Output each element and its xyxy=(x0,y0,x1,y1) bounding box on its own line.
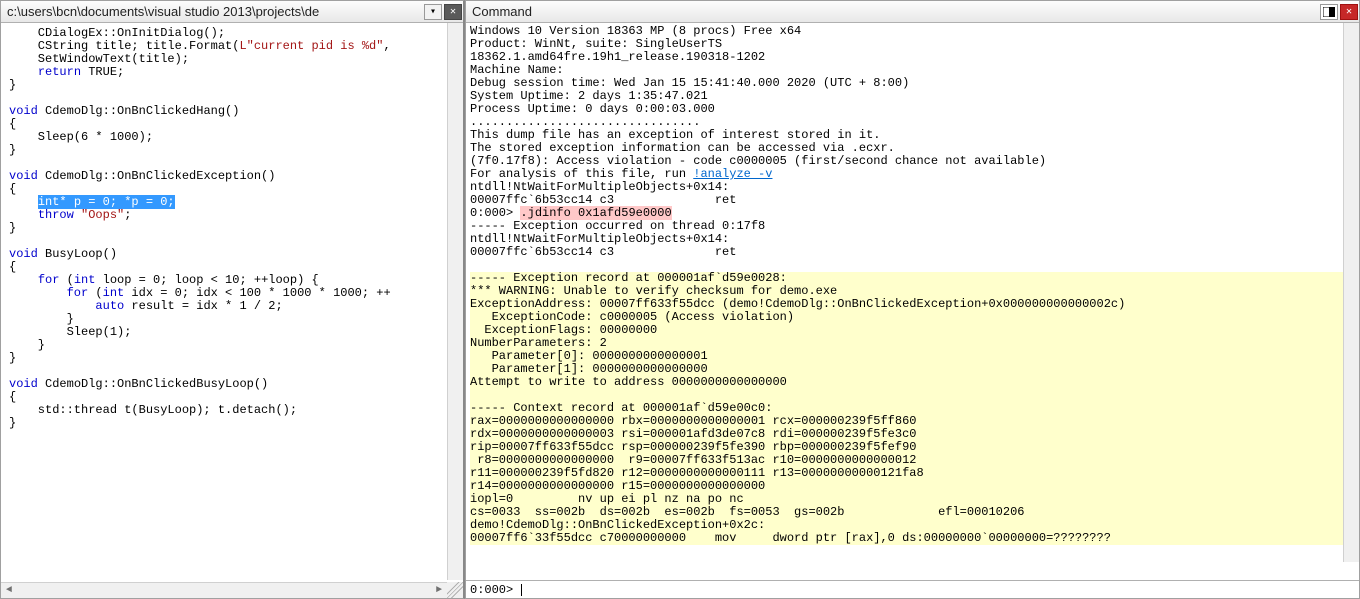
analyze-link[interactable]: !analyze -v xyxy=(693,167,772,181)
command-input[interactable] xyxy=(513,583,1355,597)
highlighted-line[interactable]: int* p = 0; *p = 0; xyxy=(38,195,175,209)
source-pane: c:\users\bcn\documents\visual studio 201… xyxy=(0,0,465,599)
close-command-button[interactable]: ✕ xyxy=(1340,4,1358,20)
command-title: Command xyxy=(472,4,1319,19)
entered-command: .jdinfo 0x1afd59e0000 xyxy=(520,206,671,220)
scroll-right-icon[interactable]: ► xyxy=(431,583,447,599)
command-pane: Command ✕ Windows 10 Version 18363 MP (8… xyxy=(465,0,1360,599)
command-input-row: 0:000> xyxy=(466,580,1359,598)
command-prompt-label: 0:000> xyxy=(470,583,513,597)
dropdown-icon[interactable]: ▾ xyxy=(424,4,442,20)
source-vscrollbar[interactable] xyxy=(447,23,463,580)
source-code[interactable]: CDialogEx::OnInitDialog(); CString title… xyxy=(1,23,463,434)
command-output[interactable]: Windows 10 Version 18363 MP (8 procs) Fr… xyxy=(466,23,1359,549)
close-source-button[interactable]: ✕ xyxy=(444,4,462,20)
command-content: Windows 10 Version 18363 MP (8 procs) Fr… xyxy=(466,23,1359,580)
source-title: c:\users\bcn\documents\visual studio 201… xyxy=(7,4,423,19)
caret-icon xyxy=(521,584,522,596)
sizegrip-icon[interactable] xyxy=(447,582,463,598)
source-content: CDialogEx::OnInitDialog(); CString title… xyxy=(1,23,463,598)
dock-icon xyxy=(1323,7,1335,17)
command-vscrollbar[interactable] xyxy=(1343,23,1359,562)
dock-button[interactable] xyxy=(1320,4,1338,20)
exception-info-block: ----- Exception record at 000001af`d59e0… xyxy=(470,272,1353,545)
source-titlebar: c:\users\bcn\documents\visual studio 201… xyxy=(1,1,463,23)
scroll-left-icon[interactable]: ◄ xyxy=(1,583,17,599)
command-titlebar: Command ✕ xyxy=(466,1,1359,23)
source-hscrollbar[interactable]: ◄ ► xyxy=(1,582,447,598)
